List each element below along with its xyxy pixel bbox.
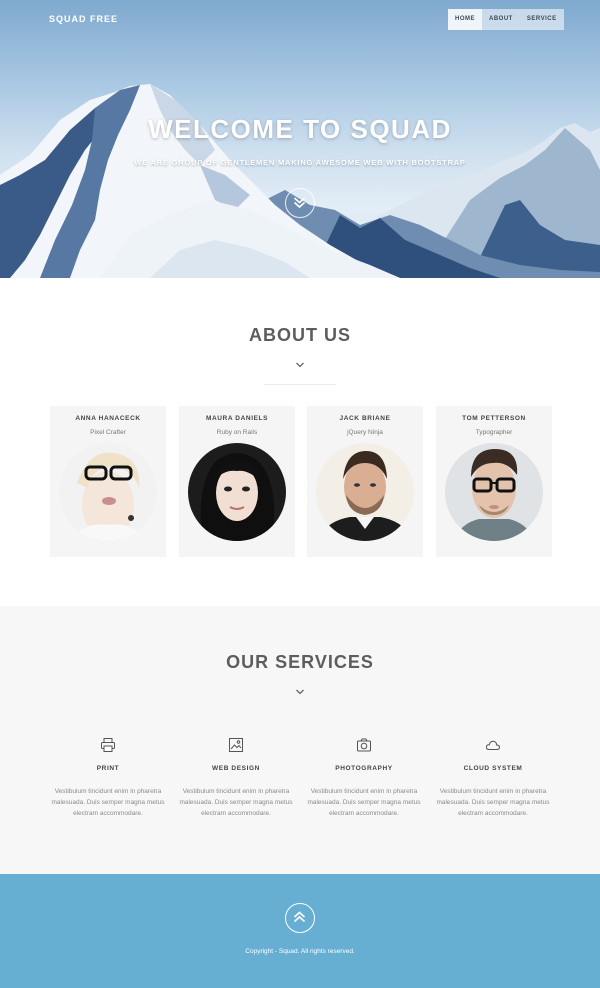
chevron-down-icon <box>296 689 304 695</box>
team-member-name: JACK BRIANE <box>339 415 391 422</box>
service-description: Vestibulum tincidunt enim in pharetra ma… <box>51 788 165 817</box>
about-title: ABOUT US <box>249 325 351 345</box>
printer-icon <box>101 738 115 752</box>
service-description: Vestibulum tincidunt enim in pharetra ma… <box>179 788 293 817</box>
service-title: PHOTOGRAPHY <box>335 765 393 772</box>
avatar <box>316 443 414 541</box>
team-member-role: Ruby on Rails <box>216 429 258 436</box>
hero-subtitle: WE ARE GROUP OF GENTLEMEN MAKING AWESOME… <box>134 158 466 167</box>
service-title: CLOUD SYSTEM <box>463 765 523 772</box>
avatar <box>188 443 286 541</box>
double-chevron-down-icon <box>293 197 306 209</box>
service-description: Vestibulum tincidunt enim in pharetra ma… <box>307 788 421 817</box>
team-card: TOM PETTERSON Typographer <box>436 406 552 557</box>
brand-logo[interactable]: SQUAD FREE <box>49 14 118 24</box>
camera-icon <box>357 738 371 752</box>
footer: Copyright - Squad. All rights reserved. <box>0 874 600 988</box>
service-title: PRINT <box>96 765 120 772</box>
team-member-role: jQuery Ninja <box>347 429 383 436</box>
scroll-top-button[interactable] <box>285 903 315 933</box>
services-title: OUR SERVICES <box>226 652 374 672</box>
hero-banner: SQUAD FREE HOME ABOUT SERVICE WELCOME TO… <box>0 0 600 278</box>
team-member-name: TOM PETTERSON <box>462 415 526 422</box>
double-chevron-up-icon <box>293 911 306 923</box>
team-card: JACK BRIANE jQuery Ninja <box>307 406 423 557</box>
services-section: OUR SERVICES PRINT Vestibulum tincidunt … <box>0 606 600 874</box>
hero-title: WELCOME TO SQUAD <box>148 114 452 144</box>
cloud-icon <box>485 740 501 750</box>
avatar <box>59 443 157 541</box>
team-member-role: Pixel Crafter <box>90 429 126 436</box>
scroll-down-button[interactable] <box>285 188 315 218</box>
chevron-down-icon <box>296 362 304 368</box>
top-nav: HOME ABOUT SERVICE <box>448 9 564 30</box>
team-member-name: ANNA HANACECK <box>75 415 141 422</box>
nav-home[interactable]: HOME <box>448 9 482 30</box>
copyright-text: Copyright - Squad. All rights reserved. <box>245 948 355 955</box>
team-card: MAURA DANIELS Ruby on Rails <box>179 406 295 557</box>
service-description: Vestibulum tincidunt enim in pharetra ma… <box>436 788 550 817</box>
nav-service[interactable]: SERVICE <box>520 9 564 30</box>
section-divider <box>264 384 336 385</box>
team-card: ANNA HANACECK Pixel Crafter <box>50 406 166 557</box>
service-title: WEB DESIGN <box>212 765 260 772</box>
team-member-role: Typographer <box>475 429 513 436</box>
image-icon <box>229 738 243 752</box>
team-member-name: MAURA DANIELS <box>205 415 269 422</box>
avatar <box>445 443 543 541</box>
nav-about[interactable]: ABOUT <box>482 9 520 30</box>
